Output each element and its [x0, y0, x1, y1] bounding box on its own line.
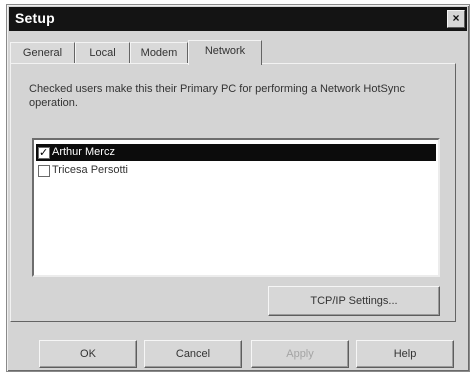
user-list-item[interactable]: Tricesa Persotti — [36, 162, 436, 179]
user-label: Arthur Mercz — [52, 146, 115, 158]
ok-button[interactable]: OK — [39, 340, 137, 368]
user-checkbox[interactable] — [38, 145, 50, 162]
cancel-button[interactable]: Cancel — [144, 340, 242, 368]
apply-button[interactable]: Apply — [251, 340, 349, 368]
tab-modem[interactable]: Modem — [130, 42, 188, 63]
user-label: Tricesa Persotti — [52, 164, 129, 176]
close-icon[interactable]: × — [447, 10, 465, 28]
network-description: Checked users make this their Primary PC… — [29, 83, 405, 109]
user-list[interactable]: Arthur Mercz Tricesa Persotti — [32, 138, 440, 277]
tcpip-settings-button[interactable]: TCP/IP Settings... — [268, 286, 440, 316]
window-title: Setup — [15, 10, 55, 26]
user-list-item[interactable]: Arthur Mercz — [36, 144, 436, 162]
title-bar[interactable]: Setup × — [9, 7, 467, 31]
tab-general[interactable]: General — [10, 42, 75, 63]
tab-local[interactable]: Local — [75, 42, 130, 63]
help-button[interactable]: Help — [356, 340, 454, 368]
user-checkbox[interactable] — [38, 165, 50, 177]
tab-network[interactable]: Network — [188, 40, 262, 65]
